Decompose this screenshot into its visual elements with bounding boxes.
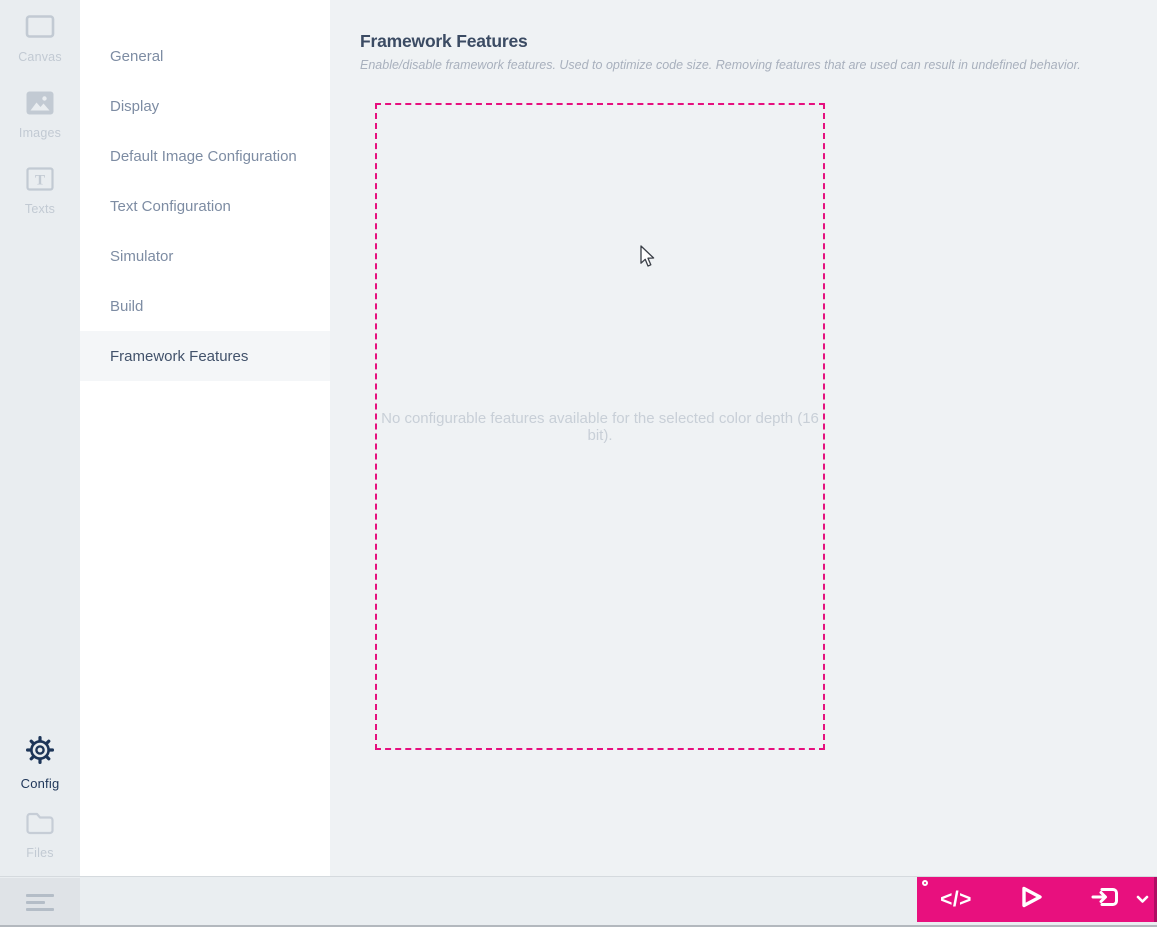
rail-item-label: Images [18, 126, 62, 140]
page-title: Framework Features [360, 31, 528, 51]
toolbar-expand-button[interactable] [1132, 877, 1152, 922]
rail-item-label: Config [20, 776, 60, 791]
deploy-button[interactable] [1087, 877, 1125, 922]
sidebar-item-build[interactable]: Build [80, 281, 330, 331]
images-icon [25, 90, 55, 121]
svg-text:T: T [35, 173, 45, 189]
run-toolbar: </> [917, 877, 1157, 922]
rail-item-config[interactable]: Config [0, 734, 80, 791]
rail-item-files[interactable]: Files [0, 808, 80, 860]
rail-item-label: Texts [24, 202, 56, 216]
feature-dropzone: No configurable features available for t… [375, 103, 825, 750]
rail-item-label: Files [26, 846, 54, 860]
folder-icon [24, 808, 56, 841]
sidebar-item-text-configuration[interactable]: Text Configuration [80, 181, 330, 231]
page-subtitle: Enable/disable framework features. Used … [360, 58, 1081, 72]
export-code-button[interactable]: </> [937, 877, 975, 922]
gear-icon [24, 734, 56, 771]
deploy-icon [1091, 885, 1121, 914]
main-content: Framework Features Enable/disable framew… [330, 0, 1157, 876]
sidebar-item-default-image-configuration[interactable]: Default Image Configuration [80, 131, 330, 181]
code-icon: </> [940, 887, 972, 911]
rail-item-images[interactable]: Images [0, 90, 80, 140]
sidebar-item-simulator[interactable]: Simulator [80, 231, 330, 281]
rail-item-texts[interactable]: T Texts [0, 166, 80, 216]
play-button[interactable] [1013, 877, 1051, 922]
icon-rail: Canvas Images T Texts Config Files [0, 0, 80, 876]
rail-item-canvas[interactable]: Canvas [0, 14, 80, 64]
sidebar-item-display[interactable]: Display [80, 81, 330, 131]
chevron-down-icon [1136, 891, 1149, 909]
sidebar-item-general[interactable]: General [80, 31, 330, 81]
play-icon [1019, 883, 1045, 916]
hamburger-icon [26, 893, 54, 911]
config-menu: General Display Default Image Configurat… [80, 31, 330, 381]
empty-message: No configurable features available for t… [381, 409, 819, 444]
canvas-icon [25, 14, 55, 45]
bottom-menu-button[interactable] [0, 878, 80, 926]
sidebar-item-framework-features[interactable]: Framework Features [80, 331, 330, 381]
config-sidebar: General Display Default Image Configurat… [80, 0, 330, 876]
rail-item-label: Canvas [18, 50, 62, 64]
status-ring-icon [922, 880, 928, 886]
texts-icon: T [25, 166, 55, 197]
